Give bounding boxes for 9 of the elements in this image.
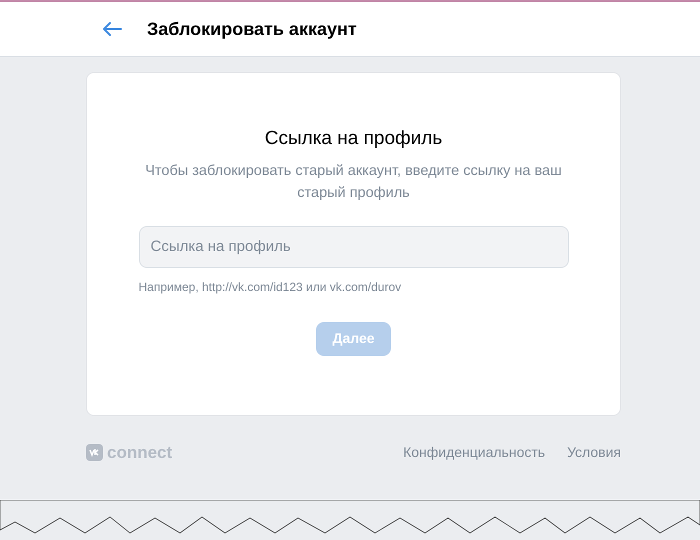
- back-arrow-icon: [102, 21, 122, 37]
- profile-link-field[interactable]: Ссылка на профиль: [138, 226, 568, 268]
- logo-icon: [86, 444, 103, 461]
- card-description: Чтобы заблокировать старый аккаунт, введите ссылку на ваш старый профиль: [144, 162, 563, 202]
- footer-link[interactable]: Конфиденциальность: [403, 442, 546, 463]
- field-hint: Например, http://vk.com/id123 или vk.com/durov: [138, 278, 402, 296]
- card-title: Ссылка на профиль: [264, 127, 442, 151]
- footer-link[interactable]: Условия: [567, 442, 621, 463]
- page-title: Заблокировать аккаунт: [147, 18, 357, 41]
